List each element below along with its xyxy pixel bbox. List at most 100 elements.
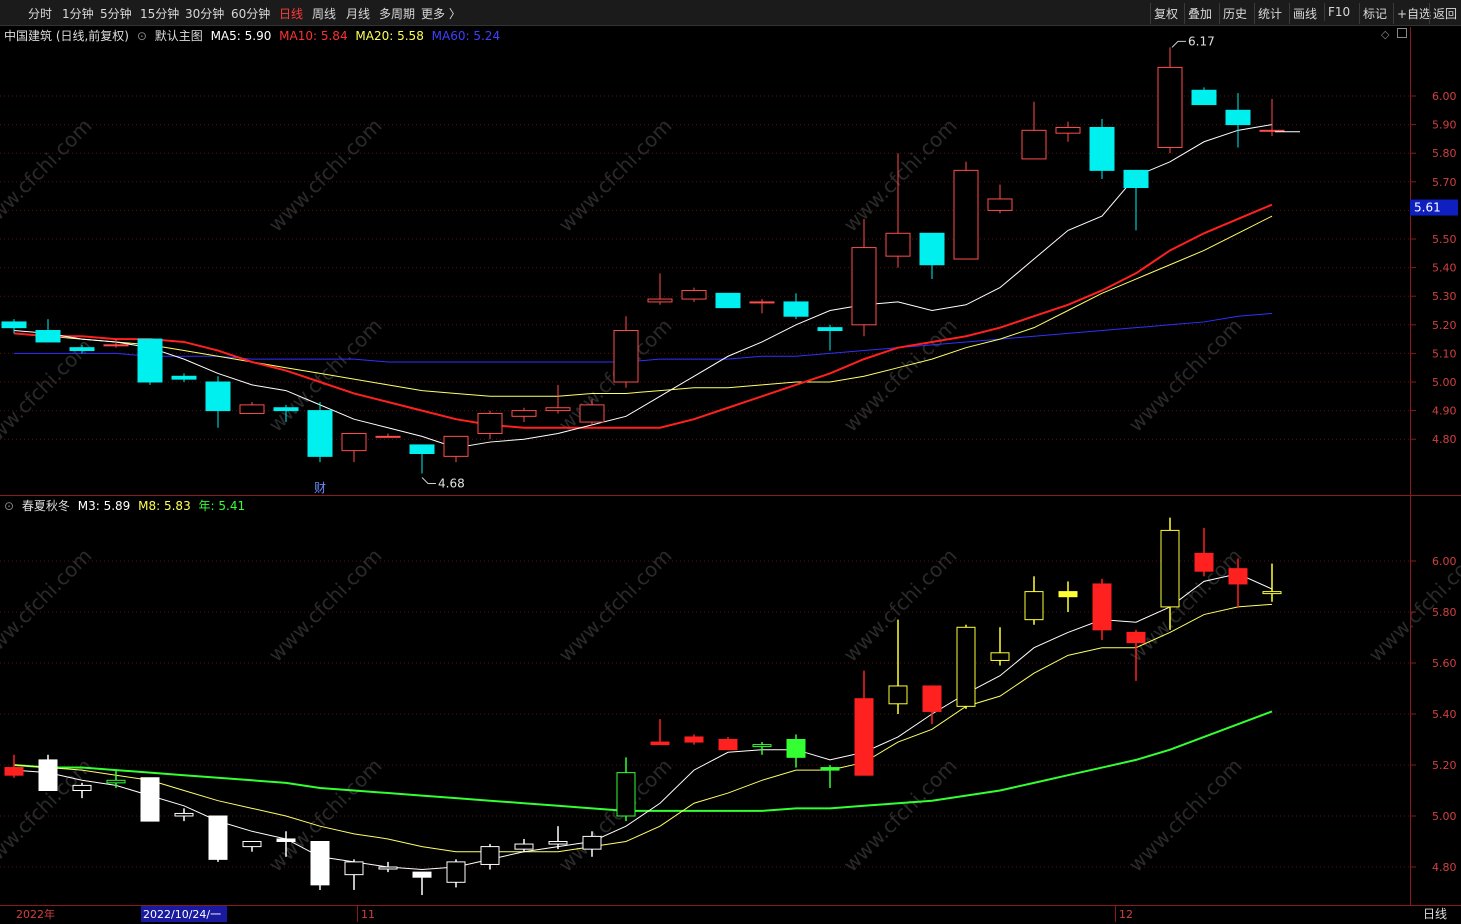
period-tab-multi[interactable]: 多周期 [379, 5, 415, 22]
main-lines-layer [13, 124, 1273, 449]
watermark-text-13: www.cfchi.com [1124, 544, 1247, 667]
period-tab-weekly[interactable]: 周线 [312, 5, 336, 22]
diamond-icon[interactable]: ◇ [1381, 28, 1389, 41]
statistics-button[interactable]: 统计 [1254, 3, 1285, 24]
main-candle-body-31 [1055, 126, 1081, 134]
period-tab-30min[interactable]: 30分钟 [185, 5, 224, 22]
m8-value: M8: 5.83 [138, 499, 191, 513]
main-candle-body-15 [511, 410, 537, 417]
price-tag-text: 5.61 [1414, 201, 1441, 215]
sub-candle-body-1 [38, 759, 58, 792]
adjust-button[interactable]: 复权 [1150, 3, 1181, 24]
sub-candle-body-3 [106, 779, 126, 784]
watermark-text-5: www.cfchi.com [264, 314, 387, 437]
overlay-button[interactable]: 叠加 [1184, 3, 1215, 24]
main-candle-body-29 [987, 198, 1013, 211]
main-candle-body-13 [443, 435, 469, 457]
window-icon[interactable] [1396, 28, 1407, 38]
f10-button[interactable]: F10 [1324, 3, 1353, 21]
ma60-value: MA60: 5.24 [431, 29, 501, 43]
m8-line [13, 603, 1273, 853]
watermark-text-15: www.cfchi.com [0, 754, 97, 877]
template-label[interactable]: 默认主图 [155, 29, 203, 43]
main-y-tick-label-7: 5.30 [1432, 290, 1457, 303]
main-candle-body-14 [477, 412, 503, 434]
main-y-tick-label-6: 5.40 [1432, 262, 1457, 275]
sub-candle-body-12 [412, 871, 432, 878]
sub-candle-body-21 [718, 739, 738, 751]
main-candle-body-35 [1191, 89, 1217, 106]
mark-button[interactable]: 标记 [1359, 3, 1390, 24]
period-tab-monthly[interactable]: 月线 [346, 5, 370, 22]
main-candle-body-3 [103, 344, 129, 347]
main-legend: 中国建筑 (日线,前复权) ⊙ 默认主图 MA5: 5.90 MA10: 5.8… [4, 27, 504, 44]
sub-candle-body-31 [1058, 591, 1078, 598]
sub-candle-body-8 [276, 838, 296, 843]
main-candle-body-1 [35, 330, 61, 343]
sub-candle-body-19 [650, 741, 670, 746]
grid-layer: 6.00 5.90 5.80 5.70 5.60 5.50 5.40 5.30 5.20 5.10… [0, 90, 1457, 874]
sub-candle-body-27 [922, 685, 942, 712]
sub-y-tick-label-5: 5.00 [1432, 810, 1457, 823]
watermark-text-10: www.cfchi.com [264, 544, 387, 667]
template-dropdown-icon[interactable]: ⊙ [137, 29, 147, 43]
sub-candle-body-33 [1126, 631, 1146, 644]
sub-legend: ⊙ 春夏秋冬 M3: 5.89 M8: 5.83 年: 5.41 [4, 497, 249, 514]
main-candle-body-26 [885, 232, 911, 257]
main-candle-body-18 [613, 330, 639, 383]
main-candle-body-34 [1157, 66, 1183, 148]
sub-candle-body-9 [310, 841, 330, 886]
sub-candle-body-28 [956, 626, 976, 707]
main-candle-body-19 [647, 298, 673, 303]
main-candle-body-36 [1225, 109, 1251, 126]
low-price-label: 4.68 [438, 477, 465, 491]
period-tab-15min[interactable]: 15分钟 [140, 5, 179, 22]
event-marker-finance: 财 [314, 481, 326, 495]
labels-layer: 6.17 4.68 财 5.61 [314, 34, 1458, 495]
add-watchlist-button[interactable]: +自选 [1393, 3, 1434, 24]
year-line [13, 710, 1273, 812]
date-label-nov: 11 [361, 908, 375, 921]
sub-candle-body-16 [548, 841, 568, 845]
period-tab-timeshare[interactable]: 分时 [28, 5, 52, 22]
watermark-text-7: www.cfchi.com [839, 314, 962, 437]
main-candle-body-16 [545, 407, 571, 412]
sub-candle-body-22 [752, 744, 772, 748]
main-candle-body-23 [783, 301, 809, 317]
indicator-dropdown-icon[interactable]: ⊙ [4, 499, 14, 513]
watermark-layer: www.cfchi.com www.cfchi.com www.cfchi.com w… [0, 114, 1461, 877]
watermark-text-0: www.cfchi.com [0, 114, 97, 237]
sub-y-tick-label-1: 5.80 [1432, 606, 1457, 619]
watermark-text-6: www.cfchi.com [554, 314, 677, 437]
sub-candle-body-2 [72, 784, 92, 792]
ma10-line [13, 203, 1273, 429]
main-y-tick-label-4: 5.60 [1432, 204, 1457, 217]
back-button[interactable]: 返回 [1429, 3, 1460, 24]
period-tab-daily[interactable]: 日线 [279, 5, 303, 22]
period-tab-60min[interactable]: 60分钟 [231, 5, 270, 22]
panel-controls: ◇ [1381, 28, 1407, 41]
sub-candle-body-11 [378, 866, 398, 870]
main-candle-body-17 [579, 404, 605, 423]
sub-candle-body-29 [990, 652, 1010, 661]
period-tab-1min[interactable]: 1分钟 [62, 5, 94, 22]
axes-layer: 2022年 2022/10/24/一 11 12 日线 [0, 27, 1461, 922]
sub-candle-body-13 [446, 861, 466, 883]
period-tab-5min[interactable]: 5分钟 [100, 5, 132, 22]
history-button[interactable]: 历史 [1219, 3, 1250, 24]
main-candle-body-21 [715, 292, 741, 309]
watermark-text-12: www.cfchi.com [839, 544, 962, 667]
sub-candle-body-17 [582, 835, 602, 850]
toolbar: 分时 1分钟 5分钟 15分钟 30分钟 60分钟 日线 周线 月线 多周期 更… [0, 0, 1461, 26]
sub-candle-body-7 [242, 841, 262, 848]
main-candle-body-5 [171, 375, 197, 380]
main-candle-body-33 [1123, 169, 1149, 189]
low-pointer [421, 477, 436, 485]
draw-button[interactable]: 画线 [1289, 3, 1320, 24]
watermark-text-9: www.cfchi.com [0, 544, 97, 667]
sub-candles-layer [4, 517, 1282, 896]
chart-canvas: www.cfchi.com www.cfchi.com www.cfchi.com w… [0, 27, 1461, 922]
more-periods-button[interactable]: 更多 〉 [421, 5, 461, 22]
indicator-name[interactable]: 春夏秋冬 [22, 499, 70, 513]
watermark-text-16: www.cfchi.com [264, 754, 387, 877]
